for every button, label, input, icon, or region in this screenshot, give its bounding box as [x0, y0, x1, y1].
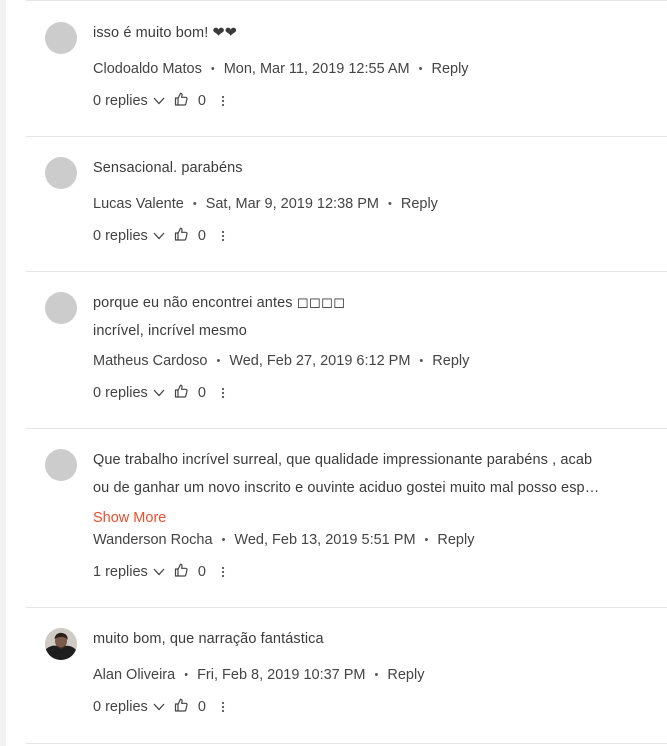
- more-vertical-icon[interactable]: [221, 387, 225, 399]
- comment-text-line: isso é muito bom! ❤❤: [93, 25, 237, 41]
- comment-meta: Clodoaldo Matos • Mon, Mar 11, 2019 12:55 …: [93, 61, 469, 77]
- replies-count: 1 replies: [93, 564, 148, 580]
- thumbs-up-icon: [174, 384, 188, 402]
- like-button[interactable]: [174, 227, 188, 245]
- thumbs-up-icon: [174, 563, 188, 581]
- like-button[interactable]: [174, 698, 188, 716]
- comment-actions: 1 replies 0: [93, 563, 225, 581]
- reply-link[interactable]: Reply: [432, 353, 469, 369]
- replies-count: 0 replies: [93, 228, 148, 244]
- comment-actions: 0 replies 0: [93, 384, 225, 402]
- comment-date: Fri, Feb 8, 2019 10:37 PM: [197, 667, 366, 683]
- replies-toggle[interactable]: 0 replies: [93, 93, 165, 109]
- more-vertical-icon[interactable]: [221, 566, 225, 578]
- like-count: 0: [197, 564, 206, 580]
- like-count: 0: [197, 699, 206, 715]
- avatar[interactable]: [45, 628, 77, 660]
- replies-count: 0 replies: [93, 93, 148, 109]
- like-count: 0: [197, 93, 206, 109]
- dot-separator: •: [424, 534, 429, 546]
- comment-date: Sat, Mar 9, 2019 12:38 PM: [205, 196, 379, 212]
- chevron-down-icon: [153, 228, 165, 244]
- reply-link[interactable]: Reply: [431, 61, 468, 77]
- avatar[interactable]: [45, 449, 77, 481]
- avatar-photo: [45, 628, 77, 660]
- author-name[interactable]: Matheus Cardoso: [93, 353, 207, 369]
- reply-link[interactable]: Reply: [401, 196, 438, 212]
- comment-meta: Alan Oliveira • Fri, Feb 8, 2019 10:37 PM •…: [93, 667, 424, 683]
- thumbs-up-icon: [174, 92, 188, 110]
- comment-item: Que trabalho incrível surreal, que quali…: [26, 429, 667, 607]
- comment-text-line: porque eu não encontrei antes ◻◻◻◻: [93, 295, 346, 311]
- comment-text: Sensacional. parabéns: [93, 154, 631, 182]
- comment-item: muito bom, que narração fantástica Alan …: [26, 608, 667, 743]
- comment-text: isso é muito bom! ❤❤: [93, 19, 631, 47]
- comment-actions: 0 replies 0: [93, 698, 225, 716]
- chevron-down-icon: [153, 564, 165, 580]
- thumbs-up-icon: [174, 227, 188, 245]
- more-vertical-icon[interactable]: [221, 95, 225, 107]
- replies-count: 0 replies: [93, 385, 148, 401]
- dot-separator: •: [192, 198, 197, 210]
- comment-date: Wed, Feb 13, 2019 5:51 PM: [234, 532, 416, 548]
- author-name[interactable]: Lucas Valente: [93, 196, 184, 212]
- replies-toggle[interactable]: 0 replies: [93, 699, 165, 715]
- comment-text-line: ou de ganhar um novo inscrito e ouvinte …: [93, 480, 600, 496]
- dot-separator: •: [418, 63, 423, 75]
- replies-toggle[interactable]: 1 replies: [93, 564, 165, 580]
- author-name[interactable]: Alan Oliveira: [93, 667, 175, 683]
- reply-link[interactable]: Reply: [437, 532, 474, 548]
- comment-item: isso é muito bom! ❤❤ Clodoaldo Matos • Mon…: [26, 1, 667, 136]
- comment-text: muito bom, que narração fantástica: [93, 625, 631, 653]
- comment-meta: Lucas Valente • Sat, Mar 9, 2019 12:38 PM •…: [93, 196, 438, 212]
- dot-separator: •: [387, 198, 392, 210]
- more-vertical-icon[interactable]: [221, 230, 225, 242]
- replies-toggle[interactable]: 0 replies: [93, 228, 165, 244]
- comment-meta: Wanderson Rocha • Wed, Feb 13, 2019 5:51 P…: [93, 532, 474, 548]
- author-name[interactable]: Clodoaldo Matos: [93, 61, 202, 77]
- reply-link[interactable]: Reply: [387, 667, 424, 683]
- comment-text-line: muito bom, que narração fantástica: [93, 631, 324, 647]
- separator: [26, 743, 667, 744]
- show-more-link[interactable]: Show More: [93, 510, 166, 526]
- chevron-down-icon: [153, 385, 165, 401]
- comment-actions: 0 replies 0: [93, 92, 225, 110]
- comment-date: Mon, Mar 11, 2019 12:55 AM: [223, 61, 410, 77]
- like-button[interactable]: [174, 384, 188, 402]
- like-button[interactable]: [174, 92, 188, 110]
- like-button[interactable]: [174, 563, 188, 581]
- comment-text-line: incrível, incrível mesmo: [93, 323, 247, 339]
- author-name[interactable]: Wanderson Rocha: [93, 532, 213, 548]
- avatar[interactable]: [45, 292, 77, 324]
- chevron-down-icon: [153, 699, 165, 715]
- replies-toggle[interactable]: 0 replies: [93, 385, 165, 401]
- like-count: 0: [197, 228, 206, 244]
- dot-separator: •: [419, 355, 424, 367]
- comment-item: porque eu não encontrei antes ◻◻◻◻ incrí…: [26, 272, 667, 428]
- chevron-down-icon: [153, 93, 165, 109]
- dot-separator: •: [184, 669, 189, 681]
- comment-text: Que trabalho incrível surreal, que quali…: [93, 446, 631, 502]
- more-vertical-icon[interactable]: [221, 701, 225, 713]
- comment-text: porque eu não encontrei antes ◻◻◻◻ incrí…: [93, 289, 631, 345]
- dot-separator: •: [221, 534, 226, 546]
- dot-separator: •: [210, 63, 215, 75]
- comment-meta: Matheus Cardoso • Wed, Feb 27, 2019 6:12 P…: [93, 353, 469, 369]
- comment-item: Sensacional. parabéns Lucas Valente • Sat,…: [26, 137, 667, 271]
- dot-separator: •: [374, 669, 379, 681]
- comment-date: Wed, Feb 27, 2019 6:12 PM: [229, 353, 411, 369]
- comment-list: isso é muito bom! ❤❤ Clodoaldo Matos • Mon…: [26, 0, 667, 744]
- thumbs-up-icon: [174, 698, 188, 716]
- comment-actions: 0 replies 0: [93, 227, 225, 245]
- avatar[interactable]: [45, 157, 77, 189]
- dot-separator: •: [216, 355, 221, 367]
- avatar[interactable]: [45, 22, 77, 54]
- like-count: 0: [197, 385, 206, 401]
- left-gutter: [0, 0, 6, 746]
- replies-count: 0 replies: [93, 699, 148, 715]
- comment-text-line: Que trabalho incrível surreal, que quali…: [93, 452, 593, 468]
- comment-text-line: Sensacional. parabéns: [93, 160, 243, 176]
